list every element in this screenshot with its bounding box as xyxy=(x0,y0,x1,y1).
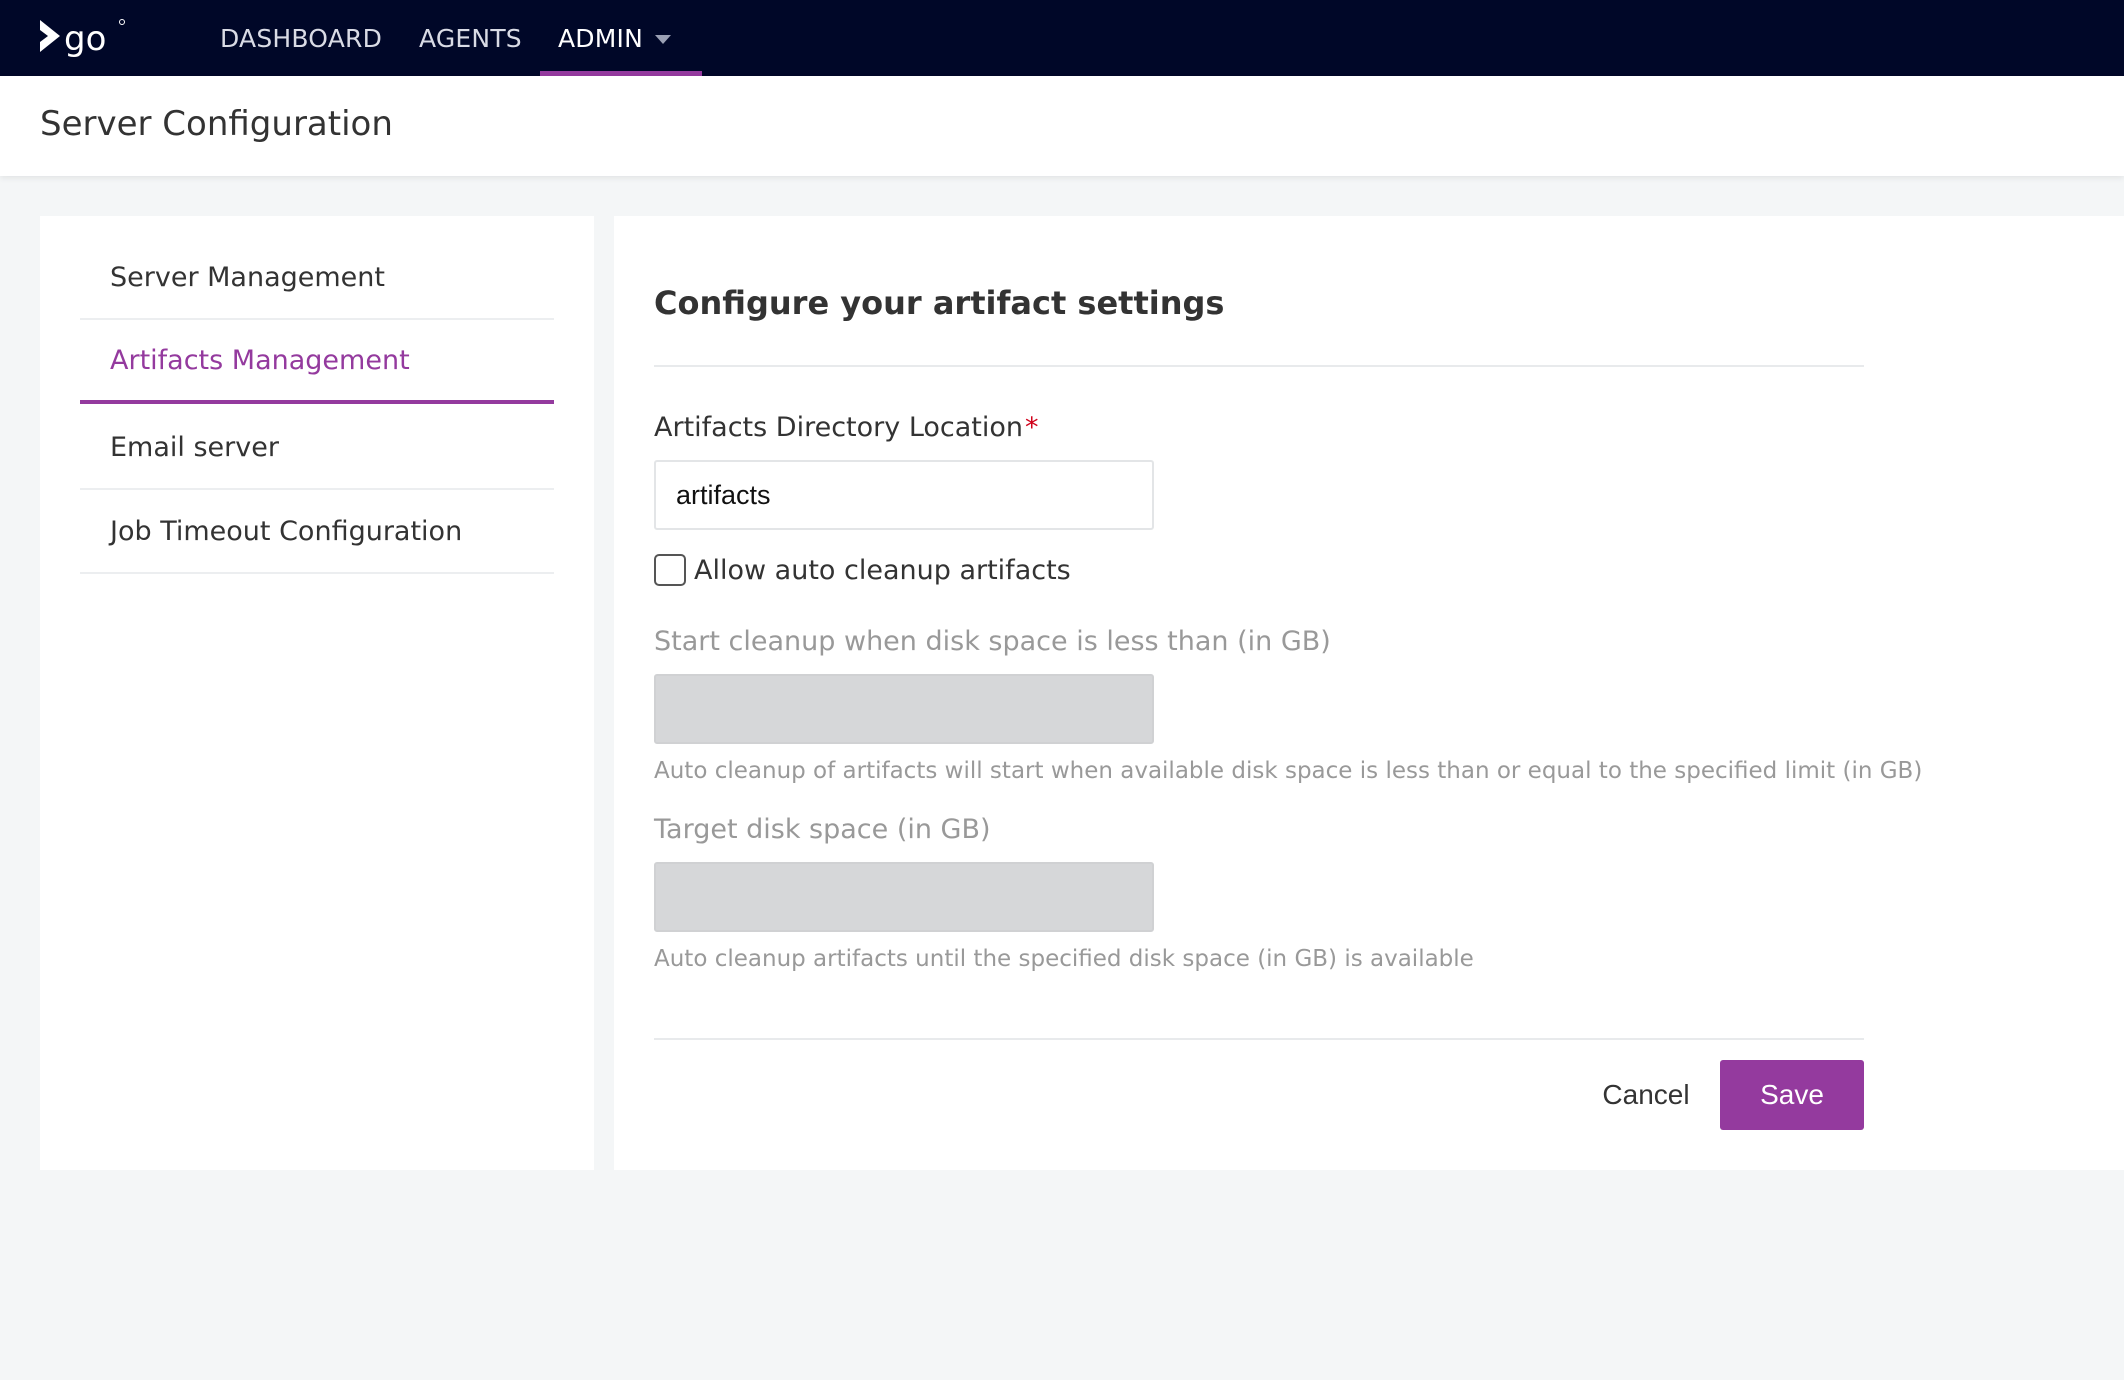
start-cleanup-help: Auto cleanup of artifacts will start whe… xyxy=(654,758,1923,784)
go-logo-icon: go xyxy=(40,19,125,59)
target-disk-help: Auto cleanup artifacts until the specifi… xyxy=(654,946,1474,972)
logo-text: go xyxy=(64,19,106,59)
top-navigation-bar: go DASHBOARD AGENTS ADMIN xyxy=(0,0,2124,76)
sidebar-item-server-management[interactable]: Server Management xyxy=(80,236,554,320)
start-cleanup-label: Start cleanup when disk space is less th… xyxy=(654,626,1331,657)
nav-dashboard[interactable]: DASHBOARD xyxy=(220,0,382,76)
cancel-button[interactable]: Cancel xyxy=(1576,1060,1716,1130)
artifacts-dir-label-text: Artifacts Directory Location xyxy=(654,412,1024,443)
required-marker: * xyxy=(1025,412,1039,443)
auto-cleanup-label[interactable]: Allow auto cleanup artifacts xyxy=(694,555,1071,586)
artifact-settings-panel: Configure your artifact settings Artifac… xyxy=(614,216,2124,1170)
artifacts-dir-input[interactable] xyxy=(654,460,1154,530)
artifacts-dir-label: Artifacts Directory Location* xyxy=(654,412,1039,443)
page-header: Server Configuration xyxy=(0,76,2124,176)
bottom-divider xyxy=(654,1038,1864,1040)
auto-cleanup-checkbox[interactable] xyxy=(654,554,686,586)
top-divider xyxy=(654,365,1864,367)
sidebar-item-job-timeout[interactable]: Job Timeout Configuration xyxy=(80,490,554,574)
chevron-down-icon xyxy=(655,34,671,44)
page-title: Server Configuration xyxy=(40,104,393,144)
save-button[interactable]: Save xyxy=(1720,1060,1864,1130)
nav-agents[interactable]: AGENTS xyxy=(419,0,522,76)
nav-admin[interactable]: ADMIN xyxy=(540,0,702,76)
sidebar-item-artifacts-management[interactable]: Artifacts Management xyxy=(80,320,554,404)
auto-cleanup-row[interactable]: Allow auto cleanup artifacts xyxy=(654,554,1071,586)
config-sidebar: Server Management Artifacts Management E… xyxy=(40,216,594,1170)
target-disk-label: Target disk space (in GB) xyxy=(654,814,991,845)
nav-admin-label: ADMIN xyxy=(558,23,643,53)
start-cleanup-input[interactable] xyxy=(654,674,1154,744)
target-disk-input[interactable] xyxy=(654,862,1154,932)
sidebar-item-email-server[interactable]: Email server xyxy=(80,406,554,490)
go-logo[interactable]: go xyxy=(38,14,128,62)
section-title: Configure your artifact settings xyxy=(654,284,1225,322)
